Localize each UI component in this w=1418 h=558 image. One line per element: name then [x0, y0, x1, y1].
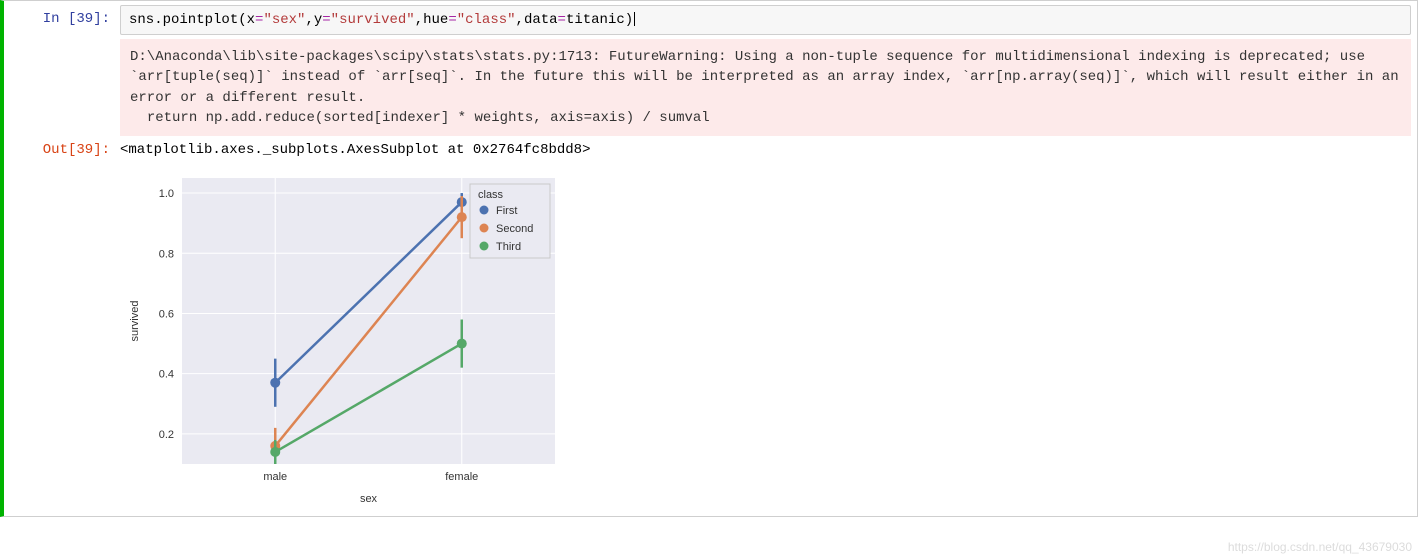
code-token: ( [238, 12, 246, 28]
svg-text:0.8: 0.8 [159, 248, 174, 260]
code-token: sns.pointplot [129, 12, 238, 28]
prompt-spacer [10, 166, 120, 172]
code-token: "sex" [263, 12, 305, 28]
svg-text:survived: survived [129, 301, 141, 342]
code-token: "survived" [331, 12, 415, 28]
prompt-spacer [10, 35, 120, 41]
plot-row: 0.2 0.4 0.6 0.8 1.0 male female sex survived clas… [10, 158, 1411, 506]
code-token: hue [423, 12, 448, 28]
output-text: <matplotlib.axes._subplots.AxesSubplot a… [120, 136, 1411, 158]
svg-text:class: class [478, 189, 504, 201]
svg-text:0.6: 0.6 [159, 309, 174, 321]
code-token: "class" [457, 12, 516, 28]
code-token: ) [625, 12, 633, 28]
code-token: titanic [566, 12, 625, 28]
output-prompt: Out[39]: [10, 136, 120, 158]
watermark: https://blog.csdn.net/qq_43679030 [1228, 540, 1412, 554]
svg-text:1.0: 1.0 [159, 188, 174, 200]
code-token: y [314, 12, 322, 28]
code-token: = [322, 12, 330, 28]
code-input[interactable]: sns.pointplot(x="sex",y="survived",hue="… [120, 5, 1411, 35]
pointplot-chart: 0.2 0.4 0.6 0.8 1.0 male female sex survived clas… [120, 166, 590, 506]
code-token: = [448, 12, 456, 28]
warning-output: D:\Anaconda\lib\site-packages\scipy\stat… [120, 39, 1411, 136]
code-token: , [516, 12, 524, 28]
stderr-row: D:\Anaconda\lib\site-packages\scipy\stat… [10, 35, 1411, 136]
text-cursor [634, 12, 635, 26]
code-token: data [524, 12, 558, 28]
svg-text:First: First [496, 205, 517, 217]
svg-text:sex: sex [360, 493, 378, 505]
output-row: Out[39]: <matplotlib.axes._subplots.Axes… [10, 136, 1411, 158]
code-token: = [558, 12, 566, 28]
code-token: , [415, 12, 423, 28]
notebook-cell: In [39]: sns.pointplot(x="sex",y="surviv… [0, 0, 1418, 517]
plot-output: 0.2 0.4 0.6 0.8 1.0 male female sex survived clas… [120, 166, 1411, 506]
svg-text:0.4: 0.4 [159, 369, 174, 381]
svg-text:male: male [263, 471, 287, 483]
svg-text:Third: Third [496, 241, 521, 253]
svg-text:Second: Second [496, 223, 533, 235]
code-token: x [247, 12, 255, 28]
svg-text:0.2: 0.2 [159, 429, 174, 441]
input-prompt: In [39]: [10, 5, 120, 27]
code-token: , [305, 12, 313, 28]
input-row: In [39]: sns.pointplot(x="sex",y="surviv… [10, 5, 1411, 35]
svg-text:female: female [445, 471, 478, 483]
